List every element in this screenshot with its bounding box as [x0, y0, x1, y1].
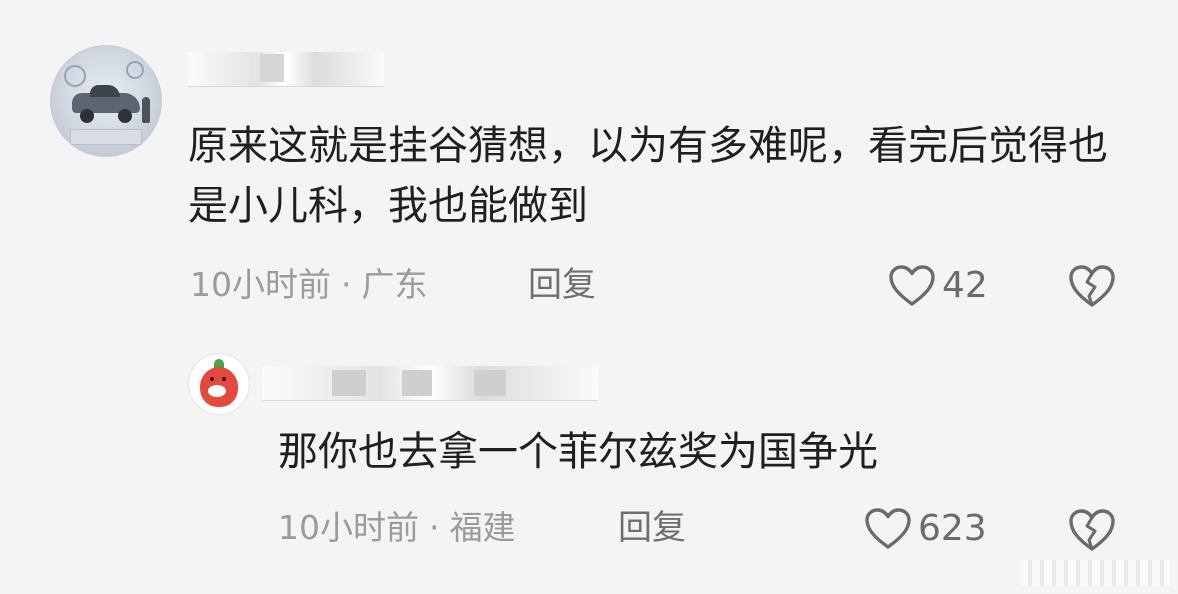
heart-outline-icon [889, 265, 935, 306]
username-redacted[interactable] [188, 52, 384, 87]
broken-heart-icon [1069, 265, 1115, 307]
redaction-block [260, 54, 284, 82]
reply-button[interactable]: 回复 [618, 508, 686, 548]
reply-text: 那你也去拿一个菲尔兹奖为国争光 [278, 429, 878, 475]
comment-text: 原来这就是挂谷猜想，以为有多难呢，看完后觉得也是小儿科，我也能做到 [188, 123, 1108, 229]
chili-eye [222, 377, 226, 381]
car-wheel [118, 109, 132, 123]
user-avatar[interactable] [50, 45, 162, 157]
reply-time: 10小时前 [278, 508, 419, 547]
meta-separator: · [429, 508, 440, 547]
redaction-block [332, 370, 366, 396]
chili-eye [210, 377, 214, 381]
like-count: 623 [918, 508, 987, 549]
broken-heart-icon [1069, 509, 1115, 551]
like-count: 42 [942, 265, 988, 306]
avatar-decoration [64, 65, 86, 87]
like-button[interactable]: 42 [888, 264, 988, 308]
redaction-block [402, 370, 432, 396]
reply-user-avatar[interactable] [188, 353, 250, 415]
redaction-block [474, 370, 506, 396]
meta-separator: · [341, 265, 352, 304]
chili-mouth [208, 385, 226, 397]
car-wheel [80, 109, 94, 123]
comment-location: 广东 [361, 265, 428, 304]
watermark [1020, 560, 1170, 586]
avatar-decoration [70, 129, 142, 145]
heart-outline-icon [865, 508, 911, 549]
like-button[interactable]: 623 [864, 507, 987, 551]
person-figure [142, 97, 150, 123]
reply-username-redacted[interactable] [262, 366, 598, 401]
reply-location: 福建 [449, 508, 516, 547]
dislike-button[interactable] [1068, 262, 1116, 310]
comment-meta: 10小时前 · 广东 [190, 265, 428, 305]
reply-meta: 10小时前 · 福建 [278, 508, 516, 548]
comment-time: 10小时前 [190, 265, 331, 304]
dislike-button[interactable] [1068, 506, 1116, 554]
reply-button[interactable]: 回复 [528, 265, 596, 305]
avatar-decoration [126, 61, 144, 79]
